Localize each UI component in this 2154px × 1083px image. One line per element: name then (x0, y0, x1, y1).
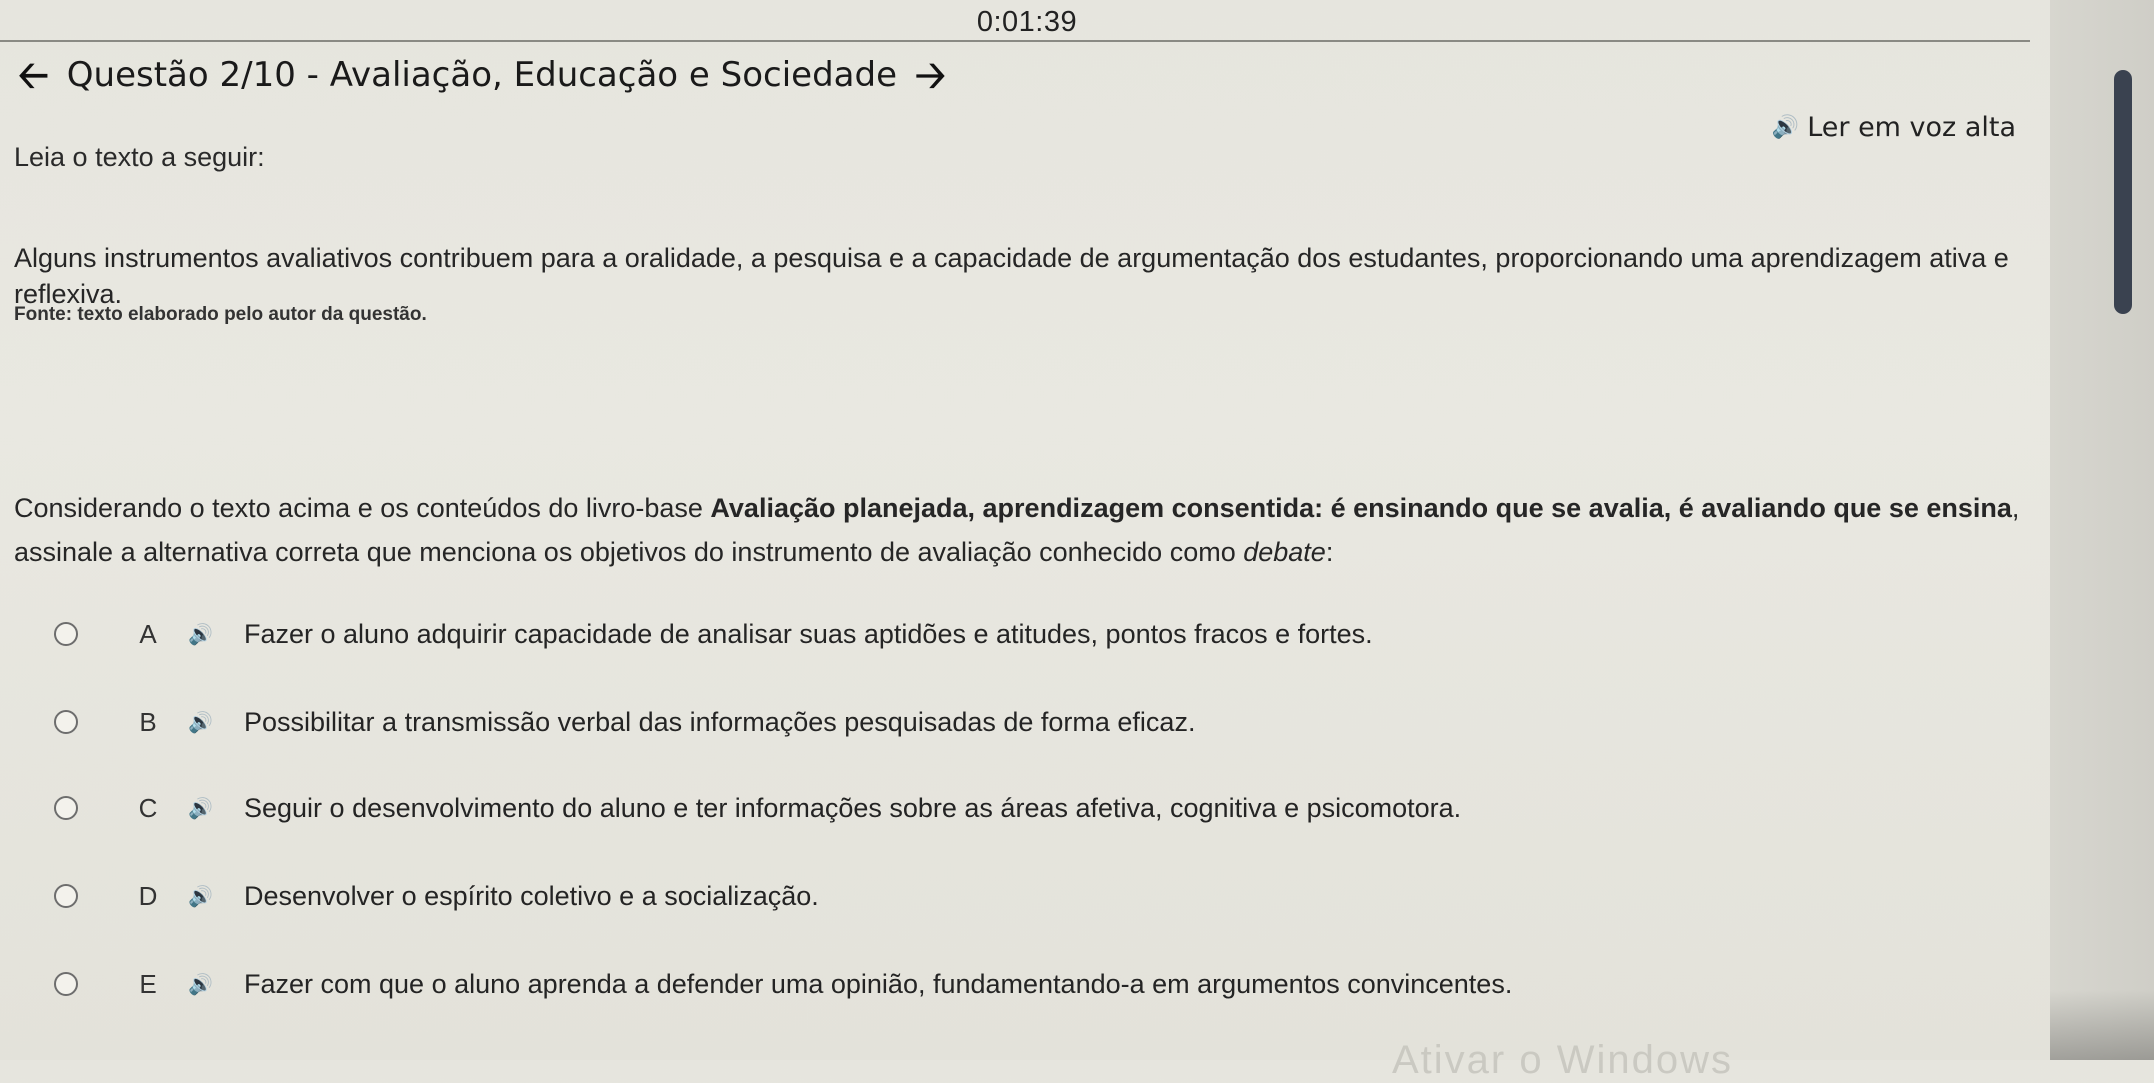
prompt-book-title: Avaliação planejada, aprendizagem consen… (710, 493, 2012, 523)
option-d[interactable]: D 🔊 Desenvolver o espírito coletivo e a … (54, 876, 819, 916)
prompt-end: : (1325, 537, 1334, 567)
timer: 0:01:39 (976, 6, 1078, 38)
prompt-before: Considerando o texto acima e os conteúdo… (14, 493, 711, 523)
option-letter: A (139, 618, 157, 649)
radio-button[interactable] (54, 710, 78, 734)
passage-text: Alguns instrumentos avaliativos contribu… (14, 243, 2009, 309)
option-text: Seguir o desenvolvimento do aluno e ter … (244, 792, 1462, 823)
option-a[interactable]: A 🔊 Fazer o aluno adquirir capacidade de… (54, 614, 1373, 654)
speaker-icon[interactable]: 🔊 (188, 884, 244, 908)
option-letter: C (138, 792, 158, 823)
read-aloud-label: Ler em voz alta (1807, 112, 2016, 143)
option-c[interactable]: C 🔊 Seguir o desenvolvimento do aluno e … (54, 788, 1461, 828)
speaker-icon[interactable]: 🔊 (188, 710, 244, 734)
scrollbar-thumb[interactable] (2114, 70, 2132, 314)
question-title: Questão 2/10 - Avaliação, Educação e Soc… (66, 55, 897, 95)
speaker-icon[interactable]: 🔊 (188, 622, 244, 646)
speaker-icon[interactable]: 🔊 (188, 796, 244, 820)
radio-button[interactable] (54, 622, 78, 646)
question-header: 🡠 Questão 2/10 - Avaliação, Educação e S… (18, 52, 946, 98)
option-letter: D (138, 880, 158, 911)
radio-button[interactable] (54, 796, 78, 820)
option-letter: B (139, 706, 157, 737)
option-b[interactable]: B 🔊 Possibilitar a transmissão verbal da… (54, 702, 1195, 742)
prompt-term: debate (1243, 537, 1326, 567)
arrow-right-icon[interactable]: 🡢 (915, 56, 946, 94)
scrollbar[interactable] (2050, 0, 2154, 1060)
read-aloud-button[interactable]: 🔊 Ler em voz alta (1772, 112, 2016, 143)
scroll-shadow (2050, 990, 2154, 1060)
option-text: Fazer com que o aluno aprenda a defender… (244, 968, 1513, 999)
windows-activation-watermark: Ativar o Windows (1392, 1038, 1733, 1082)
source-text: Fonte: texto elaborado pelo autor da que… (14, 304, 427, 325)
divider (0, 40, 2030, 42)
question-page: 0:01:39 🡠 Questão 2/10 - Avaliação, Educ… (0, 0, 2154, 1082)
question-prompt: Considerando o texto acima e os conteúdo… (14, 486, 2034, 574)
option-text: Desenvolver o espírito coletivo e a soci… (244, 880, 819, 911)
arrow-left-icon[interactable]: 🡠 (18, 56, 49, 94)
option-e[interactable]: E 🔊 Fazer com que o aluno aprenda a defe… (54, 964, 1512, 1004)
radio-button[interactable] (54, 884, 78, 908)
option-text: Possibilitar a transmissão verbal das in… (244, 706, 1196, 737)
option-text: Fazer o aluno adquirir capacidade de ana… (244, 618, 1373, 649)
option-letter: E (139, 968, 157, 999)
radio-button[interactable] (54, 972, 78, 996)
speaker-icon: 🔊 (1771, 115, 1800, 140)
intro-text: Leia o texto a seguir: (14, 142, 265, 172)
speaker-icon[interactable]: 🔊 (188, 972, 244, 996)
